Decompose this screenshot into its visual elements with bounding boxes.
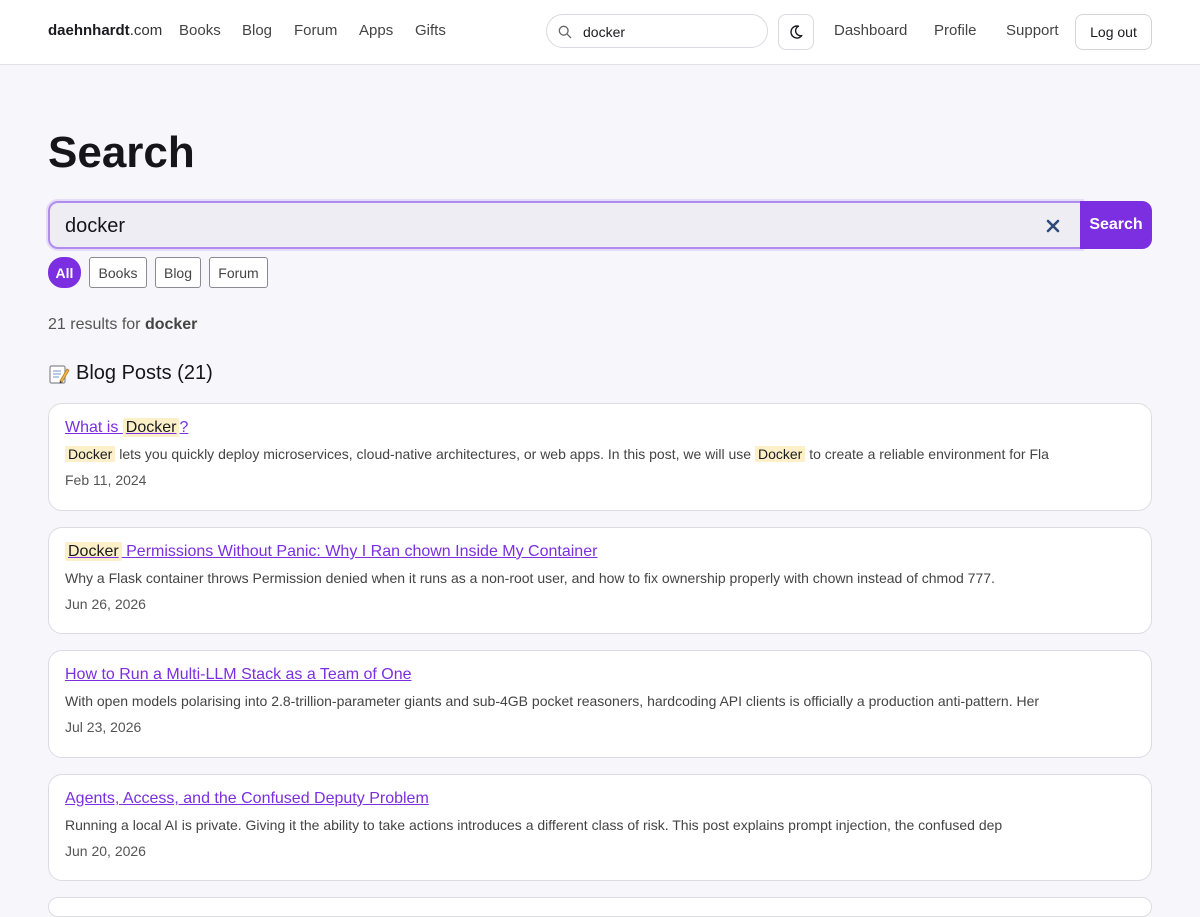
section-heading-text: Blog Posts (21) bbox=[76, 362, 213, 384]
highlight: Docker bbox=[65, 542, 122, 561]
nav-apps[interactable]: Apps bbox=[359, 22, 393, 39]
logout-button[interactable]: Log out bbox=[1075, 14, 1152, 50]
page-title: Search bbox=[48, 128, 195, 177]
results-query: docker bbox=[144, 316, 198, 333]
result-card: What is Docker? Docker lets you quickly … bbox=[48, 403, 1152, 511]
title-text: ? bbox=[179, 419, 189, 436]
moon-icon bbox=[790, 25, 803, 39]
nav-books[interactable]: Books bbox=[179, 22, 221, 39]
site-logo-link[interactable]: daehnhardt.com bbox=[48, 22, 162, 39]
filter-blog[interactable]: Blog bbox=[155, 257, 201, 288]
nav-support[interactable]: Support bbox=[1006, 22, 1059, 39]
result-title-link[interactable]: Docker Permissions Without Panic: Why I … bbox=[65, 542, 598, 561]
theme-toggle-button[interactable] bbox=[778, 14, 814, 50]
main-search-input[interactable] bbox=[65, 214, 1015, 238]
search-icon bbox=[558, 25, 572, 39]
result-date: Jul 23, 2026 bbox=[65, 719, 142, 735]
main-search-bar: Search bbox=[48, 201, 1152, 249]
nav-blog[interactable]: Blog bbox=[242, 22, 272, 39]
result-excerpt: With open models polarising into 2.8-tri… bbox=[65, 693, 1040, 709]
result-excerpt: Why a Flask container throws Permission … bbox=[65, 570, 995, 586]
header-search-box bbox=[546, 14, 768, 48]
top-navbar: daehnhardt.com Books Blog Forum Apps Gif… bbox=[0, 0, 1200, 65]
search-button[interactable]: Search bbox=[1080, 201, 1152, 249]
result-title-link[interactable]: How to Run a Multi-LLM Stack as a Team o… bbox=[65, 666, 412, 684]
nav-gifts[interactable]: Gifts bbox=[415, 22, 446, 39]
clear-search-icon[interactable] bbox=[1046, 219, 1060, 233]
result-card bbox=[48, 897, 1152, 917]
filter-all[interactable]: All bbox=[48, 257, 81, 288]
result-title-link[interactable]: What is Docker? bbox=[65, 418, 189, 437]
excerpt-text: lets you quickly deploy microservices, c… bbox=[115, 446, 755, 462]
nav-dashboard[interactable]: Dashboard bbox=[834, 22, 907, 39]
highlight: Docker bbox=[65, 446, 116, 462]
result-excerpt: Running a local AI is private. Giving it… bbox=[65, 817, 1003, 833]
result-excerpt: Docker lets you quickly deploy microserv… bbox=[65, 446, 1135, 462]
filter-forum[interactable]: Forum bbox=[209, 257, 268, 288]
highlight: Docker bbox=[754, 446, 806, 462]
header-search-input[interactable] bbox=[583, 22, 753, 42]
result-date: Jun 20, 2026 bbox=[65, 843, 146, 859]
result-date: Jun 26, 2026 bbox=[65, 596, 146, 612]
nav-profile[interactable]: Profile bbox=[934, 22, 977, 39]
section-heading-blog-posts: Blog Posts (21) bbox=[48, 362, 213, 385]
title-text: What is bbox=[65, 419, 123, 436]
result-card: Docker Permissions Without Panic: Why I … bbox=[48, 527, 1152, 634]
nav-forum[interactable]: Forum bbox=[294, 22, 337, 39]
results-count: 21 results for docker bbox=[48, 316, 197, 334]
result-title-link[interactable]: Agents, Access, and the Confused Deputy … bbox=[65, 790, 429, 808]
result-card: How to Run a Multi-LLM Stack as a Team o… bbox=[48, 650, 1152, 758]
result-card: Agents, Access, and the Confused Deputy … bbox=[48, 774, 1152, 881]
brand-tld: .com bbox=[129, 22, 163, 39]
results-count-prefix: 21 results for bbox=[48, 316, 145, 333]
result-date: Feb 11, 2024 bbox=[65, 472, 147, 488]
brand-name: daehnhardt bbox=[48, 22, 130, 39]
main-search-field bbox=[48, 201, 1082, 249]
highlight: Docker bbox=[122, 418, 180, 437]
title-text: Permissions Without Panic: Why I Ran cho… bbox=[121, 543, 598, 560]
filter-books[interactable]: Books bbox=[89, 257, 147, 288]
memo-icon bbox=[49, 364, 70, 384]
excerpt-text: to create a reliable environment for Fla bbox=[805, 446, 1049, 462]
